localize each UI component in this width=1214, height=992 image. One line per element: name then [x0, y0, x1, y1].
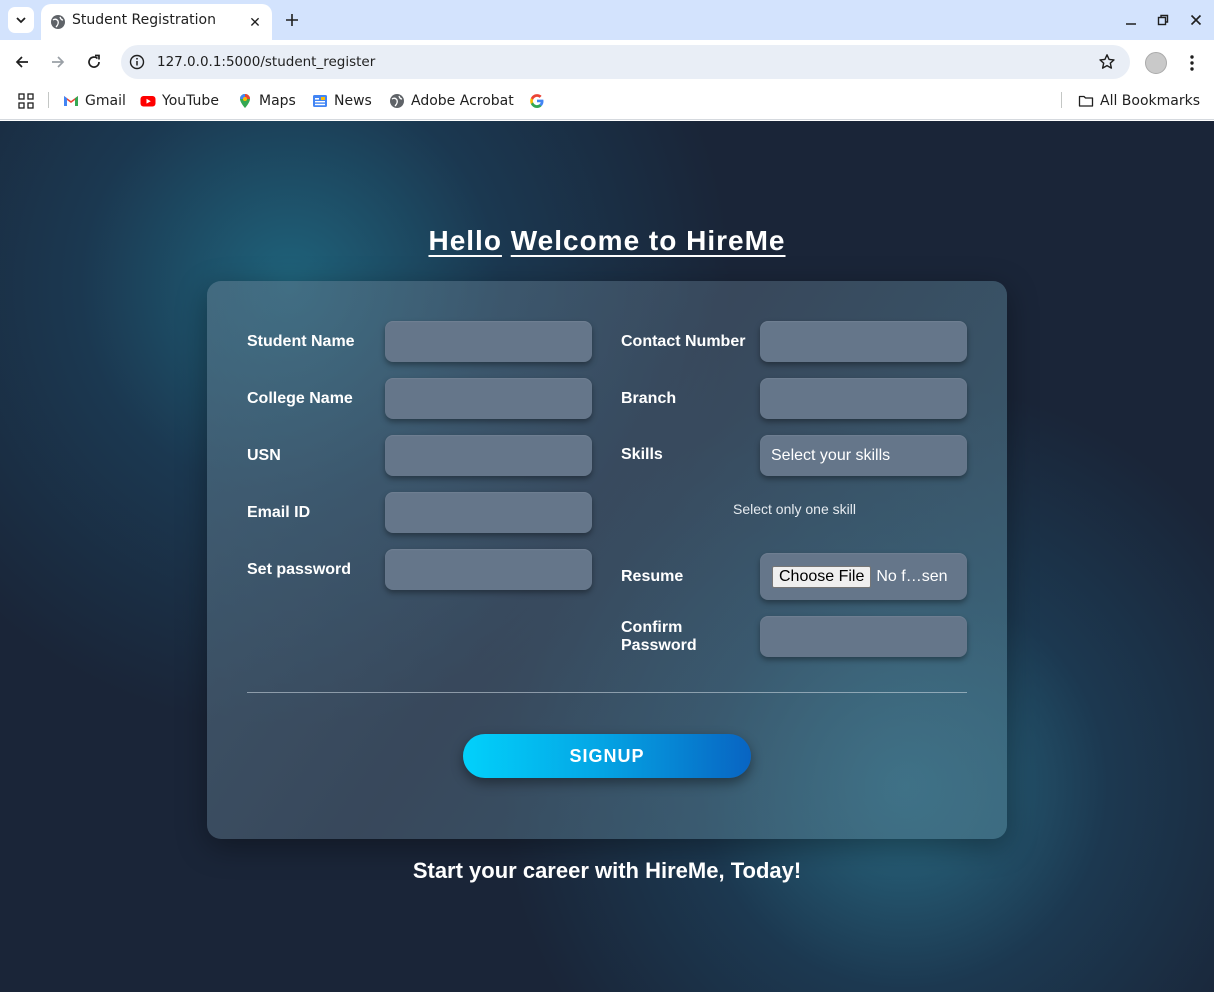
- globe-icon: [51, 15, 65, 29]
- skills-select-value: Select your skills: [771, 446, 891, 464]
- tab-list-button[interactable]: [8, 7, 34, 33]
- bookmark-adobe-acrobat[interactable]: Adobe Acrobat: [389, 91, 514, 111]
- apps-icon[interactable]: [18, 91, 34, 111]
- skills-select[interactable]: Select your skills: [760, 435, 967, 476]
- forward-icon[interactable]: [46, 50, 70, 74]
- profile-avatar[interactable]: [1145, 52, 1167, 74]
- contact-number-label: Contact Number: [621, 333, 746, 350]
- youtube-icon: [140, 96, 156, 107]
- bookmarks-bar: Gmail YouTube Maps News Adobe Acrobat Al…: [0, 84, 1214, 120]
- bookmark-youtube[interactable]: YouTube: [140, 91, 219, 111]
- confirm-password-input[interactable]: [760, 616, 967, 657]
- registration-form: Student Name College Name USN Email ID S…: [207, 281, 1007, 839]
- bookmark-label: Gmail: [85, 93, 126, 109]
- tab-student-registration[interactable]: Student Registration ✕: [41, 4, 272, 40]
- address-bar[interactable]: 127.0.0.1:5000/student_register: [121, 45, 1130, 79]
- skills-hint: Select only one skill: [733, 501, 856, 517]
- tab-title: Student Registration: [72, 12, 216, 28]
- google-icon: [530, 94, 544, 108]
- reload-icon[interactable]: [82, 50, 106, 74]
- url-text[interactable]: 127.0.0.1:5000/student_register: [157, 54, 375, 70]
- bookmark-news[interactable]: News: [312, 91, 372, 111]
- file-status: No f…sen: [876, 567, 948, 585]
- restore-icon[interactable]: [1153, 10, 1173, 30]
- star-icon[interactable]: [1098, 53, 1116, 71]
- bookmark-gmail[interactable]: Gmail: [63, 91, 126, 111]
- bookmark-label: YouTube: [162, 93, 219, 109]
- chevron-down-icon: [16, 17, 26, 24]
- set-password-label: Set password: [247, 561, 352, 578]
- menu-icon[interactable]: [1182, 52, 1202, 74]
- resume-file-input[interactable]: Choose File No f…sen: [760, 553, 967, 600]
- all-bookmarks[interactable]: All Bookmarks: [1078, 91, 1200, 111]
- maps-icon: [240, 94, 250, 108]
- site-info-icon[interactable]: [129, 54, 145, 70]
- email-input[interactable]: [385, 492, 592, 533]
- folder-icon: [1078, 95, 1094, 107]
- plus-icon[interactable]: [281, 9, 303, 31]
- minimize-icon[interactable]: [1121, 10, 1141, 30]
- tab-strip: Student Registration ✕: [0, 0, 1214, 40]
- resume-label: Resume: [621, 568, 684, 585]
- registration-page: Hello Welcome to HireMe Student Name Col…: [0, 121, 1214, 992]
- choose-file-button[interactable]: Choose File: [772, 565, 872, 588]
- back-icon[interactable]: [10, 50, 34, 74]
- browser-toolbar: 127.0.0.1:5000/student_register: [0, 40, 1214, 84]
- tagline: Start your career with HireMe, Today!: [412, 858, 802, 883]
- page-heading: Hello Welcome to HireMe: [0, 225, 1214, 257]
- close-icon[interactable]: ✕: [246, 13, 264, 31]
- confirm-password-label: Confirm Password: [621, 619, 697, 654]
- bookmark-google[interactable]: [529, 91, 551, 111]
- close-window-icon[interactable]: [1186, 10, 1206, 30]
- bookmark-label: Maps: [259, 93, 296, 109]
- signup-button[interactable]: SIGNUP: [463, 734, 751, 778]
- form-divider: [247, 692, 967, 693]
- student-name-input[interactable]: [385, 321, 592, 362]
- bookmark-maps[interactable]: Maps: [237, 91, 296, 111]
- college-name-input[interactable]: [385, 378, 592, 419]
- student-name-label: Student Name: [247, 333, 355, 350]
- bookmark-label: Adobe Acrobat: [411, 93, 514, 109]
- bookmark-separator: [1061, 92, 1062, 108]
- usn-label: USN: [247, 447, 281, 464]
- skills-label: Skills: [621, 446, 663, 463]
- bookmark-separator: [48, 92, 49, 108]
- college-name-label: College Name: [247, 390, 353, 407]
- set-password-input[interactable]: [385, 549, 592, 590]
- gmail-icon: [64, 96, 78, 106]
- email-label: Email ID: [247, 504, 311, 521]
- bookmark-label: News: [334, 93, 372, 109]
- news-icon: [313, 95, 327, 107]
- globe-icon: [390, 94, 404, 108]
- heading-hello: Hello: [428, 225, 502, 256]
- branch-input[interactable]: [760, 378, 967, 419]
- contact-number-input[interactable]: [760, 321, 967, 362]
- branch-label: Branch: [621, 390, 677, 407]
- heading-welcome: Welcome to HireMe: [510, 225, 786, 256]
- all-bookmarks-label: All Bookmarks: [1100, 93, 1201, 109]
- usn-input[interactable]: [385, 435, 592, 476]
